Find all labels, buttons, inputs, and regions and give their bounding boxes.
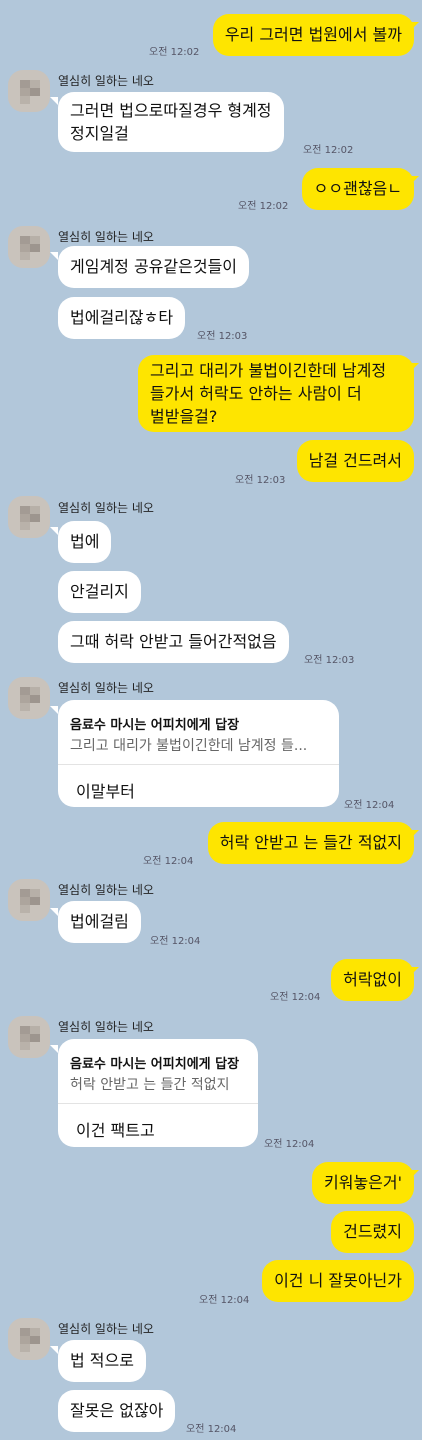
bubble-tail xyxy=(50,527,58,535)
bubble-tail xyxy=(50,252,58,260)
bubble-tail xyxy=(411,363,419,371)
sender-name: 열심히 일하는 네오 xyxy=(58,230,154,244)
bubble-tail xyxy=(50,706,58,714)
timestamp: 오전 12:03 xyxy=(235,475,286,486)
bubble-tail xyxy=(411,967,419,975)
reply-message[interactable]: 음료수 마시는 어피치에게 답장 그리고 대리가 불법이긴한데 남계정 들...… xyxy=(58,700,339,807)
avatar[interactable] xyxy=(8,70,50,112)
timestamp: 오전 12:04 xyxy=(150,936,201,947)
avatar[interactable] xyxy=(8,677,50,719)
their-message[interactable]: 법에걸리잖ㅎ타 xyxy=(58,297,186,339)
bubble-tail xyxy=(50,908,58,916)
avatar[interactable] xyxy=(8,226,50,268)
my-message[interactable]: 허락없이 xyxy=(331,959,414,1001)
sender-name: 열심히 일하는 네오 xyxy=(58,1322,154,1336)
timestamp: 오전 12:02 xyxy=(149,47,200,58)
avatar[interactable] xyxy=(8,879,50,921)
bubble-tail xyxy=(411,176,419,184)
timestamp: 오전 12:03 xyxy=(304,655,355,666)
my-message[interactable]: 이건 니 잘못아닌가 xyxy=(262,1260,414,1302)
timestamp: 오전 12:03 xyxy=(197,331,248,342)
their-message[interactable]: 잘못은 없잖아 xyxy=(58,1390,176,1432)
their-message[interactable]: 법에 xyxy=(58,521,112,563)
sender-name: 열심히 일하는 네오 xyxy=(58,74,154,88)
reply-title: 음료수 마시는 어피치에게 답장 xyxy=(70,718,240,733)
my-message[interactable]: ㅇㅇ괜찮음ㄴ xyxy=(301,168,414,210)
bubble-tail xyxy=(411,830,419,838)
timestamp: 오전 12:02 xyxy=(303,145,354,156)
bubble-tail xyxy=(411,22,419,30)
timestamp: 오전 12:04 xyxy=(344,800,395,811)
reply-text: 이건 팩트고 xyxy=(76,1121,155,1140)
their-message[interactable]: 안걸리지 xyxy=(58,571,141,613)
my-message[interactable]: 그리고 대리가 불법이긴한데 남계정 들가서 허락도 안하는 사람이 더 벌받을… xyxy=(138,355,414,432)
timestamp: 오전 12:04 xyxy=(186,1424,237,1435)
their-message[interactable]: 법에걸림 xyxy=(58,901,141,943)
their-message[interactable]: 게임계정 공유같은것들이 xyxy=(58,246,250,288)
reply-title: 음료수 마시는 어피치에게 답장 xyxy=(70,1057,240,1072)
reply-divider xyxy=(58,764,339,765)
my-message[interactable]: 우리 그러면 법원에서 볼까 xyxy=(212,14,414,56)
timestamp: 오전 12:04 xyxy=(143,856,194,867)
reply-quote[interactable]: 그리고 대리가 불법이긴한데 남계정 들... xyxy=(70,735,307,755)
their-message[interactable]: 그때 허락 안받고 들어간적없음 xyxy=(58,621,289,663)
bubble-tail xyxy=(50,97,58,105)
avatar[interactable] xyxy=(8,1318,50,1360)
sender-name: 열심히 일하는 네오 xyxy=(58,883,154,897)
sender-name: 열심히 일하는 네오 xyxy=(58,501,154,515)
timestamp: 오전 12:02 xyxy=(238,201,289,212)
timestamp: 오전 12:04 xyxy=(270,992,321,1003)
bubble-tail xyxy=(411,1170,419,1178)
bubble-tail xyxy=(50,1045,58,1053)
reply-message[interactable]: 음료수 마시는 어피치에게 답장 허락 안받고 는 들간 적없지 이건 팩트고 xyxy=(58,1039,258,1147)
sender-name: 열심히 일하는 네오 xyxy=(58,1020,154,1034)
my-message[interactable]: 건드렸지 xyxy=(331,1211,414,1253)
my-message[interactable]: 키워놓은거' xyxy=(312,1162,414,1204)
reply-text: 이말부터 xyxy=(76,782,135,801)
timestamp: 오전 12:04 xyxy=(264,1139,315,1150)
reply-divider xyxy=(58,1103,258,1104)
their-message[interactable]: 그러면 법으로따질경우 형계정 정지일걸 xyxy=(58,92,284,152)
timestamp: 오전 12:04 xyxy=(199,1295,250,1306)
reply-quote[interactable]: 허락 안받고 는 들간 적없지 xyxy=(70,1074,229,1094)
my-message[interactable]: 남걸 건드려서 xyxy=(296,440,414,482)
sender-name: 열심히 일하는 네오 xyxy=(58,681,154,695)
bubble-tail xyxy=(50,1346,58,1354)
my-message[interactable]: 허락 안받고 는 들간 적없지 xyxy=(207,822,414,864)
avatar[interactable] xyxy=(8,1016,50,1058)
their-message[interactable]: 법 적으로 xyxy=(58,1340,146,1382)
avatar[interactable] xyxy=(8,496,50,538)
